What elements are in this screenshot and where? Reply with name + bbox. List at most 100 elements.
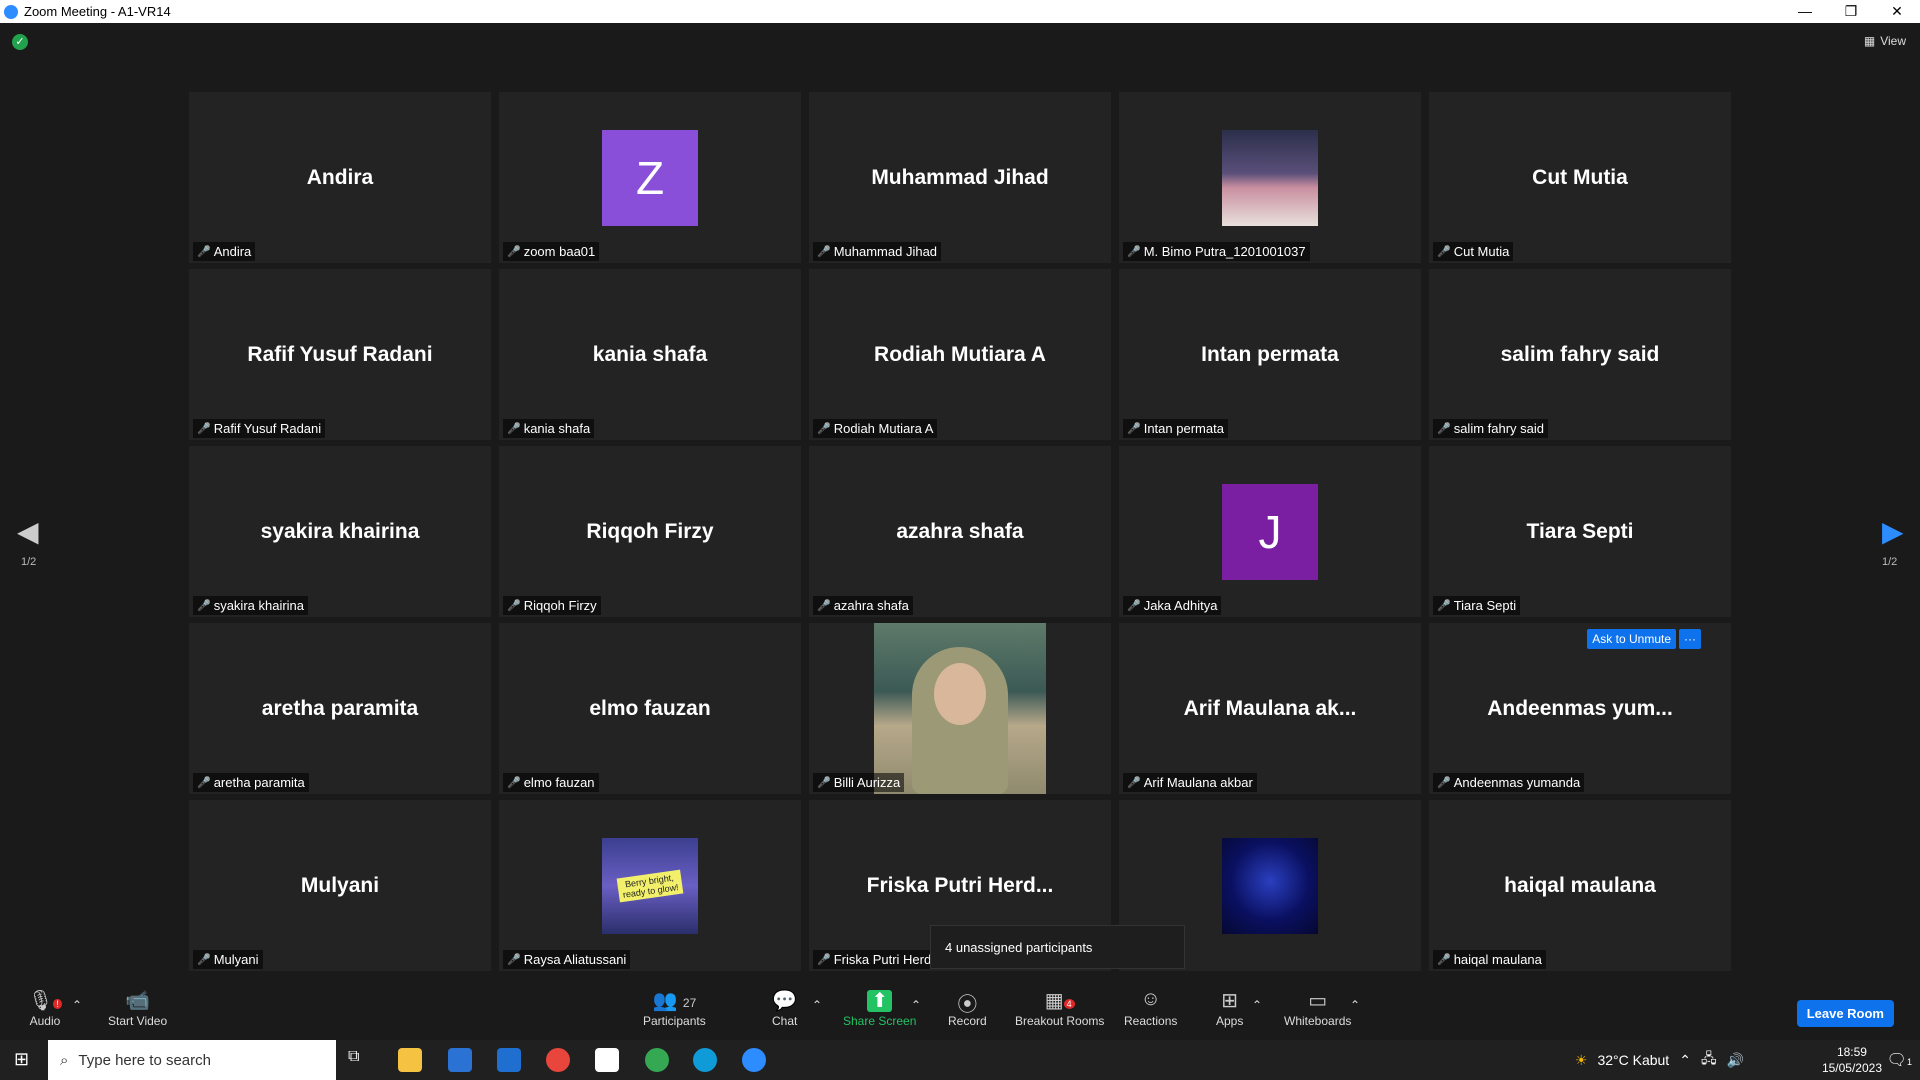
- notification-icon[interactable]: 🗨1: [1887, 1050, 1912, 1070]
- chrome-profile-icon[interactable]: [645, 1048, 669, 1072]
- participant-name-label: 🎤 Andira: [193, 242, 256, 261]
- microphone-icon: 🎙!: [28, 988, 62, 1014]
- start-video-button[interactable]: 📹 Start Video: [108, 988, 167, 1028]
- participants-button[interactable]: 👥 27 Participants: [643, 988, 706, 1028]
- mic-muted-icon: 🎤: [1437, 246, 1451, 258]
- participant-tile[interactable]: Riqqoh Firzy 🎤 Riqqoh Firzy: [499, 446, 801, 617]
- chrome-icon[interactable]: [546, 1048, 570, 1072]
- participant-tile[interactable]: Arif Maulana ak... 🎤 Arif Maulana akbar: [1119, 623, 1421, 794]
- reactions-button[interactable]: ☺ Reactions: [1124, 988, 1177, 1028]
- participant-tile[interactable]: elmo fauzan 🎤 elmo fauzan: [499, 623, 801, 794]
- clock-date: 15/05/2023: [1821, 1061, 1882, 1075]
- participant-display-name: Andira: [306, 165, 374, 189]
- chat-icon: 💬: [772, 990, 798, 1012]
- mic-muted-icon: 🎤: [817, 246, 831, 258]
- participant-tile[interactable]: Intan permata 🎤 Intan permata: [1119, 269, 1421, 440]
- participant-name-label: 🎤 kania shafa: [503, 419, 595, 438]
- participant-name: salim fahry said: [1453, 421, 1545, 436]
- participant-tile[interactable]: 🎤 Billi Aurizza: [809, 623, 1111, 794]
- participant-video: [874, 623, 1046, 794]
- participant-tile[interactable]: Mulyani 🎤 Mulyani: [189, 800, 491, 971]
- participant-tile[interactable]: Andeenmas yum... 🎤 Andeenmas yumanda Ask to…: [1429, 623, 1731, 794]
- apps-button[interactable]: ⊞ Apps: [1216, 988, 1243, 1028]
- restore-button[interactable]: ❐: [1828, 0, 1874, 23]
- mic-muted-icon: 🎤: [507, 423, 521, 435]
- tray-chevron-icon[interactable]: ⌃: [1679, 1052, 1691, 1069]
- participant-tile[interactable]: azahra shafa 🎤 azahra shafa: [809, 446, 1111, 617]
- meeting-toolbar: 🎙! Audio ⌃ 📹 Start Video 👥 27 Participan…: [0, 976, 1920, 1040]
- participant-tile[interactable]: Cut Mutia 🎤 Cut Mutia: [1429, 92, 1731, 263]
- participant-name-label: 🎤 Jaka Adhitya: [1123, 596, 1222, 615]
- chat-label: Chat: [772, 1014, 798, 1028]
- participant-tile[interactable]: Rafif Yusuf Radani 🎤 Rafif Yusuf Radani: [189, 269, 491, 440]
- chat-button[interactable]: 💬 Chat: [772, 988, 797, 1028]
- participant-tile[interactable]: 🎤 M. Bimo Putra_1201001037: [1119, 92, 1421, 263]
- participant-tile[interactable]: Berry bright, ready to glow! 🎤 Raysa Aliat…: [499, 800, 801, 971]
- chat-options-chevron-icon[interactable]: ⌃: [812, 998, 822, 1012]
- breakout-rooms-icon: ▦ 4: [1015, 988, 1104, 1014]
- participant-grid: Andira 🎤 Andira Z 🎤 zoom baa01 Muhammad Jihad 🎤…: [189, 92, 1733, 972]
- mic-muted-icon: 🎤: [817, 777, 831, 789]
- participant-name-label: 🎤 zoom baa01: [503, 242, 600, 261]
- participant-tile[interactable]: aretha paramita 🎤 aretha paramita: [189, 623, 491, 794]
- participant-tile[interactable]: Tiara Septi 🎤 Tiara Septi: [1429, 446, 1731, 617]
- participant-tile[interactable]: salim fahry said 🎤 salim fahry said: [1429, 269, 1731, 440]
- zoom-taskbar-icon[interactable]: [742, 1048, 766, 1072]
- participant-name: syakira khairina: [213, 598, 305, 613]
- participant-name-label: 🎤 Rodiah Mutiara A: [813, 419, 938, 438]
- next-page-arrow-icon[interactable]: ▶: [1882, 515, 1904, 548]
- participant-display-name: Friska Putri Herd...: [866, 873, 1054, 897]
- security-shield-icon[interactable]: ✓: [12, 34, 28, 50]
- volume-icon[interactable]: 🔊: [1727, 1052, 1744, 1069]
- search-placeholder: Type here to search: [78, 1051, 211, 1069]
- mic-muted-icon: 🎤: [197, 954, 211, 966]
- reactions-icon: ☺: [1140, 988, 1161, 1010]
- taskbar-search-box[interactable]: ⌕ Type here to search: [48, 1040, 336, 1080]
- participant-display-name: aretha paramita: [261, 696, 419, 720]
- participant-tile[interactable]: Andira 🎤 Andira: [189, 92, 491, 263]
- app-icon[interactable]: [595, 1048, 619, 1072]
- share-options-chevron-icon[interactable]: ⌃: [911, 998, 921, 1012]
- apps-options-chevron-icon[interactable]: ⌃: [1252, 998, 1262, 1012]
- edge-icon[interactable]: [693, 1048, 717, 1072]
- close-button[interactable]: ✕: [1874, 0, 1920, 23]
- participant-name: Rafif Yusuf Radani: [213, 421, 322, 436]
- participant-display-name: Andeenmas yum...: [1487, 696, 1673, 720]
- participant-tile[interactable]: Rodiah Mutiara A 🎤 Rodiah Mutiara A: [809, 269, 1111, 440]
- ask-to-unmute-button[interactable]: Ask to Unmute: [1587, 629, 1676, 649]
- task-view-icon[interactable]: ⧉: [348, 1048, 372, 1072]
- participant-tile[interactable]: J 🎤 Jaka Adhitya: [1119, 446, 1421, 617]
- participant-tile[interactable]: Muhammad Jihad 🎤 Muhammad Jihad: [809, 92, 1111, 263]
- leave-room-button[interactable]: Leave Room: [1796, 1000, 1894, 1027]
- participant-tile[interactable]: Z 🎤 zoom baa01: [499, 92, 801, 263]
- whiteboards-button[interactable]: ▭ Whiteboards: [1284, 988, 1351, 1028]
- share-screen-button[interactable]: ⬆ Share Screen: [843, 988, 916, 1028]
- whiteboards-options-chevron-icon[interactable]: ⌃: [1350, 998, 1360, 1012]
- participant-tile[interactable]: kania shafa 🎤 kania shafa: [499, 269, 801, 440]
- participant-name: kania shafa: [523, 421, 591, 436]
- store-icon[interactable]: [448, 1048, 472, 1072]
- windows-start-icon[interactable]: ⊞: [14, 1049, 29, 1070]
- view-button[interactable]: ▦ View: [1864, 34, 1906, 48]
- participant-name: haiqal maulana: [1453, 952, 1542, 967]
- audio-options-chevron-icon[interactable]: ⌃: [72, 998, 82, 1012]
- prev-page-arrow-icon[interactable]: ◀: [17, 515, 39, 548]
- taskbar-clock[interactable]: 18:59 15/05/2023: [1822, 1044, 1882, 1076]
- record-button[interactable]: ⦿ Record: [948, 988, 987, 1028]
- more-options-button[interactable]: ···: [1679, 629, 1701, 649]
- participant-name: azahra shafa: [833, 598, 909, 613]
- breakout-rooms-button[interactable]: ▦ 4 Breakout Rooms: [1015, 988, 1104, 1028]
- participant-name-label: 🎤 salim fahry said: [1433, 419, 1549, 438]
- network-icon[interactable]: 🖧: [1701, 1048, 1717, 1072]
- participant-tile[interactable]: syakira khairina 🎤 syakira khairina: [189, 446, 491, 617]
- audio-button[interactable]: 🎙! Audio: [28, 988, 62, 1028]
- participant-name-label: 🎤 Mulyani: [193, 950, 263, 969]
- avatar: J: [1222, 483, 1318, 580]
- file-explorer-icon[interactable]: [398, 1048, 422, 1072]
- weather-text[interactable]: 32°C Kabut: [1597, 1052, 1669, 1068]
- participant-name: zoom baa01: [523, 244, 596, 259]
- participant-tile[interactable]: haiqal maulana 🎤 haiqal maulana: [1429, 800, 1731, 971]
- participants-label: Participants: [643, 1014, 706, 1028]
- minimize-button[interactable]: —: [1782, 0, 1828, 23]
- mail-icon[interactable]: [497, 1048, 521, 1072]
